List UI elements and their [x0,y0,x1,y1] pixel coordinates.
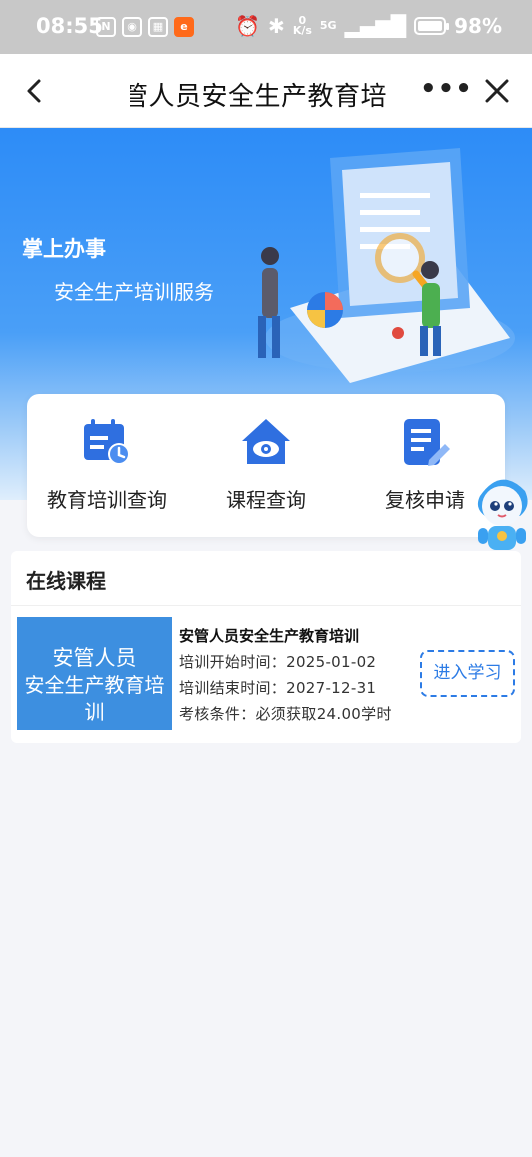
bluetooth-icon: ✱ [268,14,285,38]
menu-item-course-query[interactable]: 课程查询 [186,416,346,513]
app-notification-icon: ◉ [122,17,142,37]
back-arrow-icon[interactable] [18,74,52,108]
course-end-date: 培训结束时间：2027-12-31 [179,679,377,697]
net-speed-unit: K/s [292,24,312,37]
menu-item-label: 课程查询 [226,488,306,512]
section-title: 在线课程 [26,569,106,593]
nfc-icon: N [96,17,116,37]
section-divider [11,605,521,606]
status-bar: 08:55 N ◉ ▦ e ⏰ ✱ 0 K/s 5G ▂▄▆█ 98% [0,0,532,54]
signal-icon: ▂▄▆█ [344,14,407,38]
more-options-icon[interactable]: ••• [420,76,472,106]
close-icon[interactable] [482,76,512,106]
eye-house-icon [242,419,290,464]
course-name: 安管人员安全生产教育培训 [179,627,360,645]
calendar-clock-icon [84,419,130,465]
page-title: 管人员安全生产教育培 [130,82,388,112]
thumbnail-line-2: 安全生产教育培训 [24,673,165,724]
alarm-icon: ⏰ [235,14,261,38]
nav-bar: 管人员安全生产教育培 ••• [0,54,532,128]
status-time: 08:55 [36,14,103,38]
thumbnail-line-1: 安管人员 [52,646,137,670]
battery-percent: 98% [454,14,502,38]
battery-icon [414,17,450,35]
banner-subtitle: 安全生产培训服务 [54,280,214,304]
status-right: ⏰ ✱ 0 K/s 5G ▂▄▆█ 98% [235,14,502,38]
mascot-assistant-icon[interactable] [470,466,532,558]
menu-item-label: 教育培训查询 [47,488,167,512]
course-condition: 考核条件：必须获取24.00学时 [179,705,392,723]
status-notification-icons: N ◉ ▦ e [96,17,194,37]
banner-title: 掌上办事 [22,237,106,261]
shopping-app-icon: e [174,17,194,37]
course-thumbnail[interactable]: 安管人员 安全生产教育培训 [17,617,172,730]
course-start-date: 培训开始时间：2025-01-02 [179,653,377,671]
battery-level [418,21,442,31]
banner-illustration [258,148,515,383]
service-menu-card: 教育培训查询 课程查询 复核申请 [27,394,505,537]
document-edit-icon [404,419,450,466]
network-type: 5G [319,19,337,32]
menu-item-training-query[interactable]: 教育培训查询 [27,416,187,513]
message-notification-icon: ▦ [148,17,168,37]
online-courses-section: 在线课程 安管人员 安全生产教育培训 安管人员安全生产教育培训 培训开始时间：2… [11,551,521,743]
enter-study-button[interactable]: 进入学习 [420,650,515,697]
net-speed: 0 K/s [292,15,312,37]
